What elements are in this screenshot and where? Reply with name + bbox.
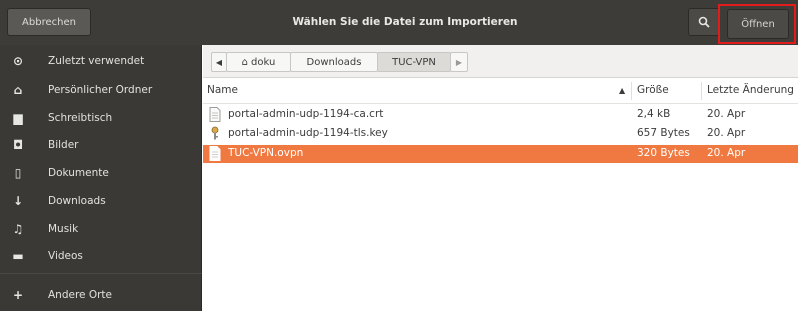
open-button[interactable]: Öffnen — [727, 9, 789, 39]
file-size: 2,4 kB — [637, 108, 671, 120]
file-name: portal-admin-udp-1194-tls.key — [228, 127, 388, 139]
file-modified: 20. Apr — [707, 147, 746, 159]
sidebar-item-other-locations[interactable]: + Andere Orte — [0, 281, 202, 309]
crumb-label: doku — [251, 56, 276, 68]
crumb-label: TUC-VPN — [392, 56, 436, 68]
key-file-icon — [211, 126, 219, 140]
download-icon: ↓ — [12, 194, 24, 208]
sort-ascending-icon: ▲ — [619, 86, 626, 95]
column-modified-header[interactable]: Letzte Änderung — [707, 84, 794, 96]
file-modified: 20. Apr — [707, 127, 746, 139]
crumb-downloads[interactable]: Downloads — [290, 52, 378, 72]
text-file-icon — [209, 146, 221, 161]
sidebar-item-documents[interactable]: ▯ Dokumente — [0, 159, 202, 187]
chevron-left-icon: ◀ — [215, 57, 223, 67]
sidebar-item-label: Persönlicher Ordner — [48, 84, 153, 96]
video-icon: ▬ — [12, 249, 24, 263]
path-back-button[interactable]: ◀ — [211, 52, 227, 72]
sidebar-item-label: Downloads — [48, 195, 106, 207]
crumb-label: Downloads — [306, 56, 362, 68]
clock-icon: ⊙ — [12, 54, 24, 68]
sidebar-item-label: Andere Orte — [48, 289, 113, 301]
sidebar-item-desktop[interactable]: ▆ Schreibtisch — [0, 104, 202, 132]
file-size: 320 Bytes — [637, 147, 690, 159]
chevron-right-icon: ▶ — [455, 57, 463, 67]
certificate-file-icon — [209, 107, 221, 122]
sidebar-item-videos[interactable]: ▬ Videos — [0, 242, 202, 270]
path-bar: ◀ ⌂ doku Downloads TUC-VPN ▶ — [203, 45, 798, 78]
column-size-header[interactable]: Größe — [637, 84, 669, 96]
sidebar-item-label: Videos — [48, 250, 83, 262]
sidebar-item-music[interactable]: ♫ Musik — [0, 215, 202, 243]
sidebar-item-label: Dokumente — [48, 167, 109, 179]
file-name: TUC-VPN.ovpn — [228, 147, 304, 159]
sidebar-item-label: Schreibtisch — [48, 112, 113, 124]
search-icon — [698, 16, 710, 28]
sidebar-item-label: Zuletzt verwendet — [48, 55, 145, 67]
table-row[interactable]: portal-admin-udp-1194-ca.crt 2,4 kB 20. … — [203, 106, 798, 124]
sidebar-item-downloads[interactable]: ↓ Downloads — [0, 187, 202, 215]
sidebar-item-label: Bilder — [48, 139, 79, 151]
file-name: portal-admin-udp-1194-ca.crt — [228, 108, 384, 120]
plus-icon: + — [12, 288, 24, 302]
header-bar: Abbrechen Wählen Sie die Datei zum Impor… — [0, 0, 798, 45]
table-row-selected[interactable]: TUC-VPN.ovpn 320 Bytes 20. Apr — [203, 145, 798, 163]
path-forward-button[interactable]: ▶ — [450, 52, 468, 72]
cancel-button[interactable]: Abbrechen — [7, 8, 91, 36]
places-sidebar: ⊙ Zuletzt verwendet ⌂ Persönlicher Ordne… — [0, 45, 202, 311]
sidebar-separator — [0, 273, 202, 274]
file-list-header: Name ▲ Größe Letzte Änderung — [203, 78, 798, 104]
home-icon: ⌂ — [13, 83, 23, 97]
open-button-highlight: Öffnen — [718, 4, 796, 44]
home-icon: ⌂ — [241, 56, 249, 68]
dialog-title: Wählen Sie die Datei zum Importieren — [292, 16, 518, 28]
sidebar-item-recent[interactable]: ⊙ Zuletzt verwendet — [0, 47, 202, 75]
search-button[interactable] — [688, 8, 720, 36]
column-divider — [631, 82, 632, 100]
sidebar-item-pictures[interactable]: ◘ Bilder — [0, 131, 202, 159]
sidebar-item-home[interactable]: ⌂ Persönlicher Ordner — [0, 76, 202, 104]
file-modified: 20. Apr — [707, 108, 746, 120]
camera-icon: ◘ — [12, 138, 24, 152]
document-icon: ▯ — [14, 166, 22, 180]
column-divider — [701, 82, 702, 100]
crumb-tuc-vpn[interactable]: TUC-VPN — [377, 52, 451, 72]
column-name-header[interactable]: Name — [207, 84, 238, 96]
crumb-home[interactable]: ⌂ doku — [226, 52, 291, 72]
folder-icon: ▆ — [13, 111, 23, 125]
table-row[interactable]: portal-admin-udp-1194-tls.key 657 Bytes … — [203, 125, 798, 143]
sidebar-item-label: Musik — [48, 223, 79, 235]
music-icon: ♫ — [12, 222, 24, 236]
file-size: 657 Bytes — [637, 127, 690, 139]
